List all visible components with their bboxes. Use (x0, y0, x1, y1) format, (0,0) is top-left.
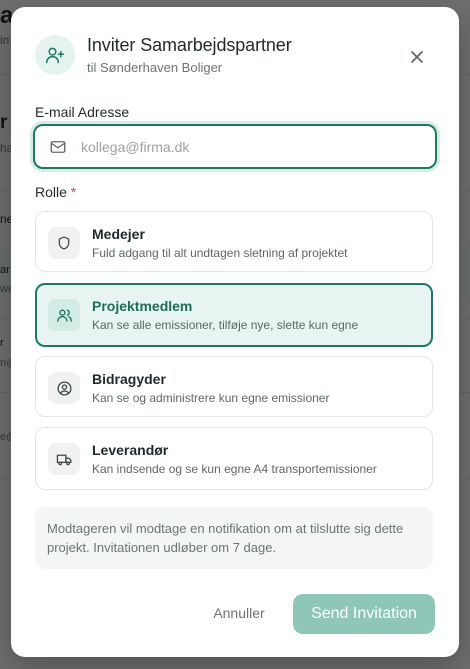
role-option-description: Kan se alle emissioner, tilføje nye, sle… (92, 318, 359, 332)
send-invitation-button[interactable]: Send Invitation (293, 594, 435, 634)
close-icon (411, 51, 423, 63)
role-option-medejer[interactable]: Medejer Fuld adgang til alt undtagen sle… (35, 211, 433, 272)
role-option-title: Leverandør (92, 442, 169, 458)
role-option-projektmedlem[interactable]: Projektmedlem Kan se alle emissioner, ti… (35, 283, 433, 347)
shield-icon (48, 227, 80, 259)
dialog-subtitle: til Sønderhaven Boliger (87, 60, 223, 75)
role-label-text: Rolle (35, 184, 67, 200)
required-mark: * (70, 184, 77, 200)
role-option-description: Kan se og administrere kun egne emission… (92, 391, 330, 405)
email-label: E-mail Adresse (35, 104, 130, 120)
email-field[interactable] (33, 124, 437, 169)
info-note: Modtageren vil modtage en notifikation o… (35, 507, 433, 569)
role-label: Rolle * (35, 184, 76, 200)
dialog-title: Inviter Samarbejdspartner (87, 35, 292, 55)
mail-icon (49, 138, 67, 156)
role-option-title: Projektmedlem (92, 298, 193, 314)
role-option-title: Bidragyder (92, 371, 166, 387)
users-icon (48, 299, 80, 331)
close-button[interactable] (403, 43, 431, 71)
user-plus-icon (35, 35, 75, 75)
role-option-bidragyder[interactable]: Bidragyder Kan se og administrere kun eg… (35, 356, 433, 417)
invite-collaborator-dialog: Inviter Samarbejdspartner til Sønderhave… (11, 7, 459, 657)
cancel-button[interactable]: Annuller (199, 597, 279, 629)
role-option-description: Kan indsende og se kun egne A4 transport… (92, 462, 377, 476)
truck-icon (48, 443, 80, 475)
role-option-description: Fuld adgang til alt undtagen sletning af… (92, 246, 348, 260)
user-circle-icon (48, 372, 80, 404)
email-input[interactable] (79, 137, 403, 156)
role-option-leverandor[interactable]: Leverandør Kan indsende og se kun egne A… (35, 427, 433, 490)
role-option-title: Medejer (92, 226, 145, 242)
